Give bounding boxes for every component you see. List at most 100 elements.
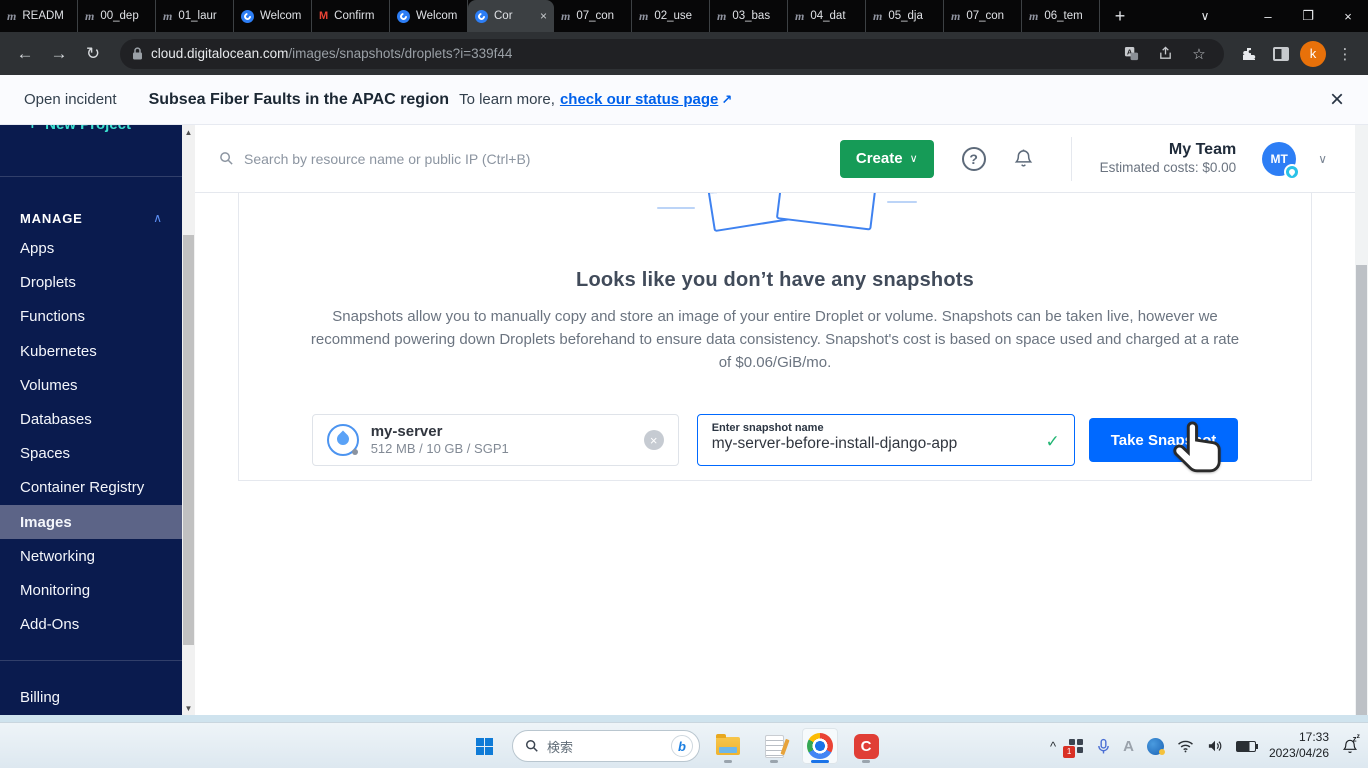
banner-close-icon[interactable]: × — [1330, 87, 1344, 112]
m-file-icon: m — [7, 8, 17, 23]
screen: m READM m 00_dep m 01_laur Welcom M Confirm … — [0, 0, 1368, 768]
browser-menu-icon[interactable]: ⋮ — [1332, 41, 1358, 67]
sidebar-item-droplets[interactable]: Droplets — [0, 266, 182, 300]
m-file-icon: m — [951, 8, 961, 23]
bookmark-star-icon[interactable]: ☆ — [1186, 41, 1212, 67]
tab-search-icon[interactable]: ∨ — [1188, 0, 1222, 32]
sidebar-scrollbar-thumb[interactable] — [183, 235, 194, 645]
tab-02-use[interactable]: m 02_use — [632, 0, 710, 32]
minimize-button[interactable]: – — [1248, 0, 1288, 32]
sidebar-item-billing[interactable]: Billing — [0, 681, 182, 715]
tab-04-dat[interactable]: m 04_dat — [788, 0, 866, 32]
app-region: + New Project MANAGE ∧ Apps Droplets Fun… — [0, 75, 1368, 715]
tab-01-laur[interactable]: m 01_laur — [156, 0, 234, 32]
snapshot-name-field[interactable]: Enter snapshot name ✓ — [696, 414, 1075, 466]
forward-button[interactable]: → — [44, 39, 74, 69]
wifi-icon[interactable] — [1177, 740, 1194, 753]
team-info: My Team Estimated costs: $0.00 — [1100, 140, 1237, 177]
tab-console-active[interactable]: Cor × — [468, 0, 554, 32]
tab-06-tem[interactable]: m 06_tem — [1022, 0, 1100, 32]
scroll-down-icon[interactable]: ▼ — [182, 701, 195, 715]
tab-close-icon[interactable]: × — [540, 9, 547, 23]
sidebar-scrollbar[interactable]: ▲ ▼ — [182, 125, 195, 715]
notepad-button[interactable] — [756, 728, 792, 764]
sidebar-item-volumes[interactable]: Volumes — [0, 368, 182, 402]
taskbar-search-placeholder: 検索 — [547, 739, 574, 755]
ime-language-icon[interactable]: A — [1123, 738, 1134, 755]
snapshots-illustration — [239, 193, 1311, 239]
page-scrollbar-thumb[interactable] — [1356, 265, 1367, 715]
do-not-disturb-bell-icon[interactable]: zz — [1342, 733, 1360, 755]
tab-welcome-1[interactable]: Welcom — [234, 0, 312, 32]
start-button[interactable] — [466, 728, 502, 764]
sidebar-item-add-ons[interactable]: Add-Ons — [0, 608, 182, 642]
app-tray-ball-icon[interactable] — [1146, 737, 1165, 755]
resource-search[interactable] — [219, 150, 826, 167]
tab-readme[interactable]: m READM — [0, 0, 78, 32]
sidebar-item-monitoring[interactable]: Monitoring — [0, 573, 182, 607]
translate-icon[interactable]: A — [1118, 41, 1144, 67]
chrome-button[interactable] — [802, 728, 838, 764]
notifications-bell-icon[interactable] — [1014, 148, 1033, 169]
browser-profile-avatar[interactable]: k — [1300, 40, 1326, 67]
close-button[interactable]: × — [1328, 0, 1368, 32]
manage-section-header[interactable]: MANAGE ∧ — [0, 205, 182, 232]
taskbar-clock[interactable]: 17:33 2023/04/26 — [1269, 730, 1329, 761]
new-project-button[interactable]: + New Project — [0, 125, 182, 133]
sidebar-item-kubernetes[interactable]: Kubernetes — [0, 334, 182, 368]
address-bar[interactable]: cloud.digitalocean.com/images/snapshots/… — [120, 38, 1224, 69]
side-panel-icon[interactable] — [1268, 41, 1294, 67]
maximize-button[interactable]: ❐ — [1288, 0, 1328, 32]
sidebar-item-apps[interactable]: Apps — [0, 231, 182, 265]
m-file-icon: m — [561, 8, 571, 23]
navbar-divider — [1070, 136, 1072, 181]
back-button[interactable]: ← — [10, 39, 40, 69]
snapshot-name-input[interactable] — [711, 435, 1022, 453]
digitalocean-badge-icon — [1284, 163, 1301, 180]
digitalocean-icon — [397, 9, 410, 23]
sidebar-item-images[interactable]: Images — [0, 504, 182, 540]
droplet-icon — [326, 424, 359, 456]
tab-00-dep[interactable]: m 00_dep — [78, 0, 156, 32]
file-explorer-button[interactable] — [710, 728, 746, 764]
create-button[interactable]: Create ∨ — [839, 139, 934, 178]
extensions-icon[interactable] — [1236, 41, 1262, 67]
sidebar-item-container-registry[interactable]: Container Registry — [0, 471, 182, 505]
scroll-up-icon[interactable]: ▲ — [182, 125, 195, 139]
tray-overflow-icon[interactable]: ^ — [1050, 739, 1056, 754]
taskbar-search[interactable]: 検索 b — [512, 730, 700, 762]
lock-icon — [133, 47, 142, 60]
search-input[interactable] — [244, 150, 664, 167]
tab-07-con-2[interactable]: m 07_con — [944, 0, 1022, 32]
incident-title: Subsea Fiber Faults in the APAC region — [148, 90, 450, 108]
microphone-icon[interactable] — [1097, 738, 1110, 755]
reload-button[interactable]: ↻ — [78, 39, 108, 69]
bing-icon[interactable]: b — [671, 735, 693, 757]
windows-logo-icon — [475, 737, 493, 755]
sidebar-item-spaces[interactable]: Spaces — [0, 437, 182, 471]
help-icon[interactable]: ? — [961, 146, 986, 171]
camtasia-button[interactable]: C — [848, 728, 884, 764]
tab-03-bas[interactable]: m 03_bas — [710, 0, 788, 32]
chevron-down-icon[interactable]: ∨ — [1318, 152, 1327, 166]
battery-icon[interactable] — [1235, 740, 1258, 752]
valid-check-icon: ✓ — [1045, 432, 1060, 451]
teams-tray-icon[interactable]: 1 — [1063, 738, 1084, 758]
new-tab-button[interactable]: + — [1106, 2, 1134, 30]
tab-07-con-1[interactable]: m 07_con — [554, 0, 632, 32]
tab-welcome-2[interactable]: Welcom — [390, 0, 468, 32]
sidebar-item-functions[interactable]: Functions — [0, 300, 182, 334]
tab-05-dja[interactable]: m 05_dja — [866, 0, 944, 32]
volume-icon[interactable] — [1207, 739, 1223, 753]
page-scrollbar[interactable]: ▲ — [1355, 75, 1368, 715]
team-name: My Team — [1168, 141, 1237, 159]
sidebar-item-databases[interactable]: Databases — [0, 402, 182, 436]
tab-gmail-confirm[interactable]: M Confirm — [312, 0, 390, 32]
selected-droplet-chip[interactable]: my-server 512 MB / 10 GB / SGP1 × — [311, 414, 679, 466]
status-page-link[interactable]: check our status page — [560, 91, 718, 108]
share-icon[interactable] — [1152, 41, 1178, 67]
take-snapshot-button[interactable]: Take Snapshot — [1088, 418, 1239, 462]
remove-droplet-icon[interactable]: × — [643, 430, 664, 450]
team-avatar[interactable]: MT — [1262, 141, 1301, 180]
sidebar-item-networking[interactable]: Networking — [0, 539, 182, 573]
